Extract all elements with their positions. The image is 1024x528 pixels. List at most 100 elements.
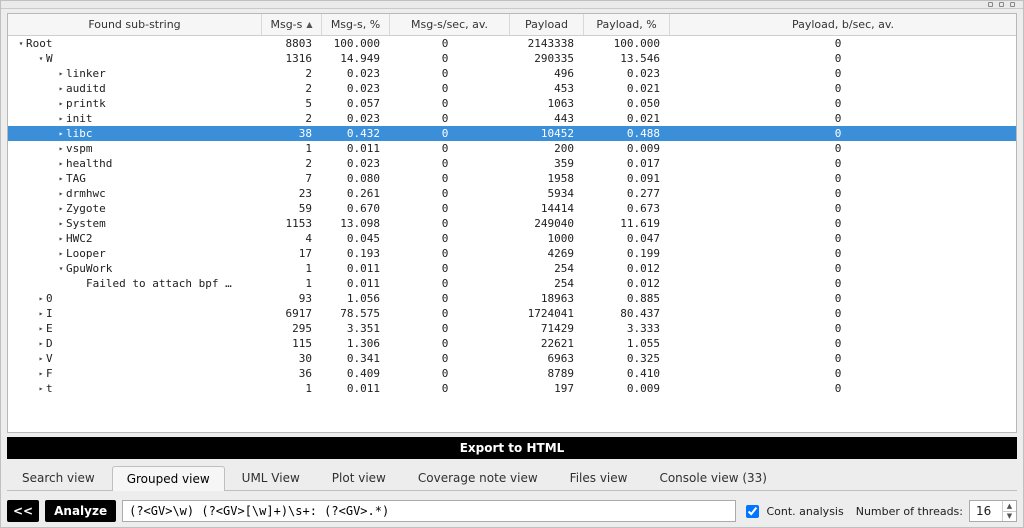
chevron-down-icon[interactable]: ▾: [36, 51, 46, 66]
chevron-right-icon[interactable]: ▸: [36, 381, 46, 396]
col-payload-sec[interactable]: Payload, b/sec, av.: [670, 14, 1016, 35]
table-row[interactable]: ▸ libc380.4320104520.4880: [8, 126, 1016, 141]
row-name-cell[interactable]: ▸ auditd: [8, 81, 262, 96]
row-name-cell[interactable]: ▸ 0: [8, 291, 262, 306]
table-row[interactable]: ▸ healthd20.02303590.0170: [8, 156, 1016, 171]
window-control-icon[interactable]: [988, 2, 993, 7]
chevron-right-icon[interactable]: ▸: [36, 351, 46, 366]
row-name-cell[interactable]: ▾ W: [8, 51, 262, 66]
regex-input[interactable]: [122, 500, 736, 522]
chevron-right-icon[interactable]: ▸: [56, 96, 66, 111]
table-row[interactable]: ▸ F360.409087890.4100: [8, 366, 1016, 381]
table-row[interactable]: ▸ TAG70.080019580.0910: [8, 171, 1016, 186]
row-name-cell[interactable]: ▸ I: [8, 306, 262, 321]
threads-value[interactable]: 16: [970, 501, 1002, 521]
chevron-right-icon[interactable]: ▸: [56, 171, 66, 186]
table-row[interactable]: ▸ HWC240.045010000.0470: [8, 231, 1016, 246]
row-name-cell[interactable]: ▸ TAG: [8, 171, 262, 186]
chevron-right-icon[interactable]: ▸: [56, 66, 66, 81]
chevron-right-icon[interactable]: ▸: [56, 216, 66, 231]
table-row[interactable]: ▸ init20.02304430.0210: [8, 111, 1016, 126]
row-name-cell[interactable]: ▾ GpuWork: [8, 261, 262, 276]
row-name-cell[interactable]: ▸ linker: [8, 66, 262, 81]
chevron-right-icon[interactable]: ▸: [36, 336, 46, 351]
table-row[interactable]: ▸ I691778.5750172404180.4370: [8, 306, 1016, 321]
chevron-right-icon[interactable]: ▸: [36, 291, 46, 306]
table-row[interactable]: ▸ E2953.3510714293.3330: [8, 321, 1016, 336]
threads-spinner[interactable]: 16 ▲ ▼: [969, 500, 1017, 522]
row-name-cell[interactable]: ▸ System: [8, 216, 262, 231]
analyze-button[interactable]: Analyze: [45, 500, 116, 522]
row-name-cell[interactable]: ▸ HWC2: [8, 231, 262, 246]
tab-grouped-view[interactable]: Grouped view: [112, 466, 225, 491]
chevron-down-icon[interactable]: ▾: [56, 261, 66, 276]
row-name-cell[interactable]: ▸ F: [8, 366, 262, 381]
table-row[interactable]: ▸ printk50.057010630.0500: [8, 96, 1016, 111]
tab-uml-view[interactable]: UML View: [227, 465, 315, 490]
row-name-cell[interactable]: Failed to attach bpf …: [8, 276, 262, 291]
window-control-icon[interactable]: [999, 2, 1004, 7]
tab-files-view[interactable]: Files view: [555, 465, 643, 490]
chevron-right-icon[interactable]: ▸: [56, 201, 66, 216]
row-name-cell[interactable]: ▸ Zygote: [8, 201, 262, 216]
chevron-right-icon[interactable]: ▸: [56, 81, 66, 96]
table-row[interactable]: ▸ t10.01101970.0090: [8, 381, 1016, 396]
chevron-right-icon[interactable]: ▸: [56, 246, 66, 261]
table-row[interactable]: ▸ System115313.098024904011.6190: [8, 216, 1016, 231]
chevron-right-icon[interactable]: ▸: [36, 306, 46, 321]
table-row[interactable]: ▸ Zygote590.6700144140.6730: [8, 201, 1016, 216]
table-row[interactable]: ▸ Looper170.193042690.1990: [8, 246, 1016, 261]
col-payload[interactable]: Payload: [510, 14, 584, 35]
tree-body[interactable]: ▾ Root8803100.00002143338100.0000▾ W1316…: [8, 36, 1016, 432]
col-payload-pct[interactable]: Payload, %: [584, 14, 670, 35]
row-name-cell[interactable]: ▸ Looper: [8, 246, 262, 261]
back-button[interactable]: <<: [7, 500, 39, 522]
row-name-cell[interactable]: ▸ D: [8, 336, 262, 351]
row-name-cell[interactable]: ▸ V: [8, 351, 262, 366]
table-row[interactable]: ▾ GpuWork10.01102540.0120: [8, 261, 1016, 276]
row-name-cell[interactable]: ▸ libc: [8, 126, 262, 141]
row-name-cell[interactable]: ▸ E: [8, 321, 262, 336]
row-label: drmhwc: [66, 186, 106, 201]
row-name-cell[interactable]: ▸ vspm: [8, 141, 262, 156]
row-name-cell[interactable]: ▸ t: [8, 381, 262, 396]
chevron-right-icon[interactable]: ▸: [56, 231, 66, 246]
chevron-right-icon[interactable]: ▸: [36, 366, 46, 381]
table-row[interactable]: ▸ 0931.0560189630.8850: [8, 291, 1016, 306]
table-row[interactable]: ▾ W131614.949029033513.5460: [8, 51, 1016, 66]
col-msgs-pct[interactable]: Msg-s, %: [322, 14, 390, 35]
row-name-cell[interactable]: ▸ printk: [8, 96, 262, 111]
window-control-icon[interactable]: [1010, 2, 1015, 7]
row-name-cell[interactable]: ▸ init: [8, 111, 262, 126]
table-row[interactable]: ▸ auditd20.02304530.0210: [8, 81, 1016, 96]
row-name-cell[interactable]: ▸ drmhwc: [8, 186, 262, 201]
chevron-down-icon[interactable]: ▾: [16, 36, 26, 51]
chevron-right-icon[interactable]: ▸: [56, 156, 66, 171]
col-found-substring[interactable]: Found sub-string: [8, 14, 262, 35]
row-name-cell[interactable]: ▾ Root: [8, 36, 262, 51]
table-row[interactable]: Failed to attach bpf …10.01102540.0120: [8, 276, 1016, 291]
chevron-right-icon[interactable]: ▸: [56, 141, 66, 156]
table-row[interactable]: ▸ drmhwc230.261059340.2770: [8, 186, 1016, 201]
tab-search-view[interactable]: Search view: [7, 465, 110, 490]
table-row[interactable]: ▸ linker20.02304960.0230: [8, 66, 1016, 81]
col-msgs-sec[interactable]: Msg-s/sec, av.: [390, 14, 510, 35]
table-row[interactable]: ▾ Root8803100.00002143338100.0000: [8, 36, 1016, 51]
cont-analysis-checkbox[interactable]: Cont. analysis: [742, 502, 843, 521]
chevron-right-icon[interactable]: ▸: [56, 186, 66, 201]
cont-analysis-checkbox-input[interactable]: [746, 505, 759, 518]
table-row[interactable]: ▸ D1151.3060226211.0550: [8, 336, 1016, 351]
tab-plot-view[interactable]: Plot view: [317, 465, 401, 490]
chevron-right-icon[interactable]: ▸: [56, 111, 66, 126]
col-msgs[interactable]: Msg-s▲: [262, 14, 322, 35]
export-to-html-button[interactable]: Export to HTML: [7, 437, 1017, 459]
tab-coverage-note-view[interactable]: Coverage note view: [403, 465, 553, 490]
tab-console-view-33[interactable]: Console view (33): [644, 465, 782, 490]
chevron-right-icon[interactable]: ▸: [56, 126, 66, 141]
spinner-up-icon[interactable]: ▲: [1003, 501, 1016, 512]
table-row[interactable]: ▸ vspm10.01102000.0090: [8, 141, 1016, 156]
chevron-right-icon[interactable]: ▸: [36, 321, 46, 336]
spinner-down-icon[interactable]: ▼: [1003, 512, 1016, 522]
row-name-cell[interactable]: ▸ healthd: [8, 156, 262, 171]
table-row[interactable]: ▸ V300.341069630.3250: [8, 351, 1016, 366]
